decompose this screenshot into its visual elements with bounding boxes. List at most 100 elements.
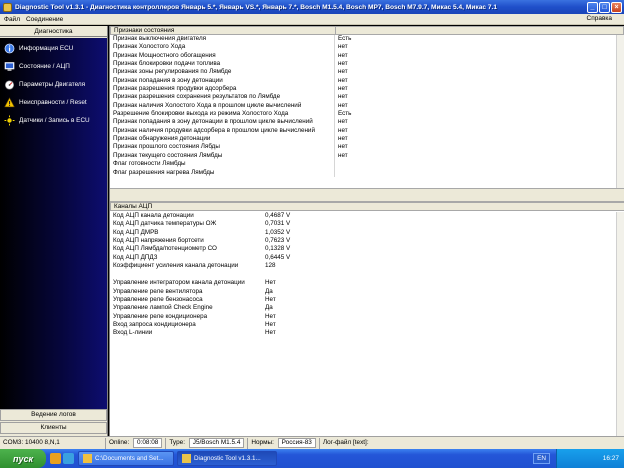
status-norms-label: Нормы: [251, 438, 274, 446]
start-button[interactable]: пуск [0, 449, 46, 468]
table-row[interactable]: Признак блокировки подачи топлива нет [110, 60, 624, 69]
table-row[interactable]: Флаг разрешения нагрева Лямбды [110, 168, 624, 177]
sidebar-item-ecu-info[interactable]: Информация ECU [0, 40, 107, 56]
title-bar[interactable]: Diagnostic Tool v1.3.1 - Диагностика кон… [0, 0, 624, 14]
state-value: нет [338, 51, 348, 59]
table-row[interactable]: Признак текущего состояния Лямбды нет [110, 151, 624, 161]
language-indicator[interactable]: EN [533, 453, 550, 464]
sidebar-item-label: Неисправности / Reset [19, 98, 87, 106]
app-icon [3, 2, 12, 12]
table-row[interactable]: Код АЦП ДПДЗ 0,6445 V [110, 254, 624, 262]
sidebar-item-faults-reset[interactable]: Неисправности / Reset [0, 94, 107, 110]
table-row[interactable]: Разрешение блокировки выхода из режима Х… [110, 110, 624, 119]
table-row[interactable]: Признак наличия продувки адсорбера в про… [110, 126, 624, 136]
maximize-button[interactable]: □ [599, 1, 610, 13]
table-row[interactable]: Код АЦП Лямбда/потенциометр СО 0,1328 V [110, 245, 624, 253]
table-row[interactable]: Признак зоны регулирования по Лямбде нет [110, 68, 624, 77]
state-name: Признак зоны регулирования по Лямбде [110, 68, 335, 77]
status-online: Online: 0:08:08 [106, 437, 167, 449]
table-row[interactable]: Признак Мощностного обогащения нет [110, 51, 624, 61]
state-value [335, 169, 338, 177]
sidebar-item-label: Параметры Двигателя [19, 80, 86, 88]
adc-scrollbar[interactable] [616, 212, 624, 436]
table-row[interactable]: Коэффициент усиления канала детонации 128 [110, 262, 624, 270]
task-diagnostic-tool[interactable]: Diagnostic Tool v1.3.1... [177, 451, 277, 466]
window-title: Diagnostic Tool v1.3.1 - Диагностика кон… [15, 3, 498, 11]
quick-launch-folder-icon[interactable] [50, 453, 61, 464]
adc-name: Код АЦП ДМРВ [113, 228, 159, 236]
adc-value: Да [265, 287, 273, 295]
state-name: Признак текущего состояния Лямбды [110, 151, 335, 161]
state-name: Признак обнаружения детонации [110, 135, 335, 144]
states-header-value-col [336, 27, 623, 34]
table-row[interactable]: Признак прошлого состояния Лябды нет [110, 143, 624, 152]
table-row[interactable]: Признак разрешения продувки адсорбера нет [110, 85, 624, 94]
state-value: нет [338, 68, 348, 76]
table-row[interactable]: Управление реле вентилятора Да [110, 288, 624, 296]
menu-help[interactable]: Справка [587, 15, 613, 22]
state-name: Признак прошлого состояния Лябды [110, 143, 335, 152]
row-spacer [110, 270, 624, 279]
table-row[interactable]: Признак выключения двигателя Есть [110, 35, 624, 44]
table-row[interactable]: Код АЦП датчика температуры ОЖ 0,7031 V [110, 220, 624, 228]
adc-value: 128 [265, 262, 276, 270]
logging-button[interactable]: Ведение логов [0, 409, 107, 421]
adc-name: Код АЦП датчика температуры ОЖ [113, 220, 217, 228]
adc-name: Код АЦП ДПДЗ [113, 253, 158, 261]
table-row[interactable]: Управление реле бензонасоса Нет [110, 296, 624, 304]
table-row[interactable]: Признак разрешения сохранения результато… [110, 93, 624, 102]
table-row[interactable]: Управление интегратором канала детонации… [110, 279, 624, 287]
task-explorer[interactable]: C:\Documents and Set... [78, 451, 174, 466]
table-row[interactable]: Признак попадания в зону детонации нет [110, 76, 624, 86]
adc-name: Управление реле бензонасоса [113, 296, 203, 304]
status-bar: COM3: 10400 8,N,1 Online: 0:08:08 Type: … [0, 436, 624, 449]
info-icon [4, 43, 15, 54]
menu-file[interactable]: Файл [4, 16, 20, 23]
close-button[interactable]: × [611, 1, 622, 13]
table-row[interactable]: Признак обнаружения детонации нет [110, 135, 624, 144]
state-name: Признак Холостого Хода [110, 43, 335, 52]
quick-launch [50, 453, 74, 464]
table-row[interactable]: Признак попадания в зону детонации в про… [110, 118, 624, 127]
monitor-icon [4, 61, 15, 72]
adc-value: Нет [265, 321, 276, 329]
table-row[interactable]: Флаг готовности Лямбды [110, 160, 624, 169]
adc-name: Код АЦП Лямбда/потенциометр СО [113, 245, 217, 253]
sidebar: Диагностика Информация ECU Состояние / А… [0, 26, 108, 436]
clients-button[interactable]: Клиенты [0, 422, 107, 434]
state-value: нет [338, 143, 348, 151]
clock[interactable]: 16:27 [603, 455, 619, 462]
minimize-button[interactable]: _ [587, 1, 598, 13]
table-row[interactable]: Управление реле кондиционера Нет [110, 313, 624, 321]
taskbar: пуск C:\Documents and Set... Diagnostic … [0, 449, 624, 468]
states-scrollbar[interactable] [616, 35, 624, 188]
sidebar-item-engine-params[interactable]: Параметры Двигателя [0, 76, 107, 92]
adc-value: 0,4687 V [265, 212, 291, 219]
table-row[interactable]: Признак наличия Холостого Хода в прошлом… [110, 101, 624, 111]
state-name: Флаг готовности Лямбды [110, 160, 335, 169]
sidebar-header-diagnostics[interactable]: Диагностика [0, 26, 107, 37]
panel-splitter[interactable] [110, 188, 624, 202]
sidebar-nav: Информация ECU Состояние / АЦП Параметры… [0, 38, 107, 412]
table-row[interactable]: Код АЦП ДМРВ 1,0352 V [110, 229, 624, 237]
sidebar-item-label: Состояние / АЦП [19, 62, 70, 70]
table-row[interactable]: Вход запроса кондиционера Нет [110, 321, 624, 329]
status-online-time: 0:08:08 [133, 437, 163, 448]
table-row[interactable]: Код АЦП напряжения бортсети 0,7623 V [110, 237, 624, 245]
sidebar-item-sensors-write[interactable]: Датчики / Запись в ECU [0, 112, 107, 128]
status-type-value: J5/Bosch M1.5.4 [188, 437, 245, 448]
sidebar-item-state-adc[interactable]: Состояние / АЦП [0, 58, 107, 74]
states-table: Признак выключения двигателя Есть Признак … [110, 35, 624, 177]
system-tray: 16:27 [556, 449, 624, 468]
adc-value: Нет [265, 329, 276, 337]
adc-name: Управление интегратором канала детонации [113, 279, 245, 287]
table-row[interactable]: Управление лампой Check Engine Да [110, 304, 624, 312]
table-row[interactable]: Код АЦП канала детонации 0,4687 V [110, 212, 624, 220]
table-row[interactable]: Вход L-линии Нет [110, 329, 624, 337]
state-name: Признак Мощностного обогащения [110, 51, 335, 61]
menu-connection[interactable]: Соединение [26, 16, 63, 23]
quick-launch-browser-icon[interactable] [63, 453, 74, 464]
states-table-header: Признаки состояния [110, 26, 624, 35]
table-row[interactable]: Признак Холостого Хода нет [110, 43, 624, 52]
warning-icon [4, 96, 15, 108]
